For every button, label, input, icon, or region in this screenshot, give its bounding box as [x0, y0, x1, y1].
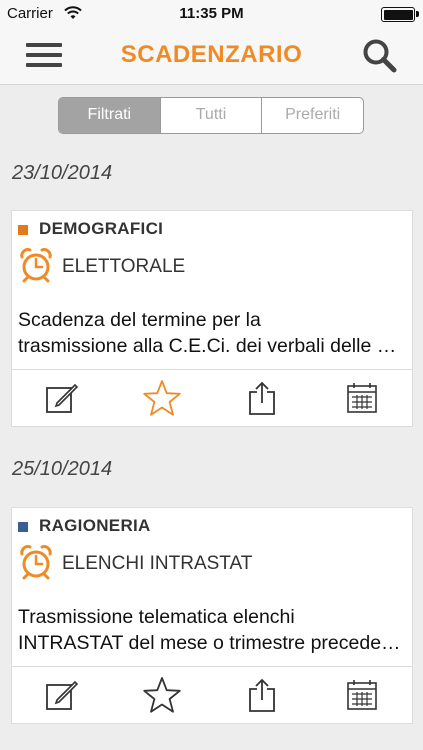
calendar-button[interactable] [312, 370, 412, 426]
share-icon [249, 381, 275, 415]
filter-segmented-control: Filtrati Tutti Preferiti [58, 97, 364, 134]
segment-preferiti[interactable]: Preferiti [261, 98, 363, 133]
card-actions [12, 666, 412, 723]
description-line: trasmissione alla C.E.Ci. dei verbali de… [18, 335, 406, 357]
share-button[interactable] [212, 667, 312, 723]
description-line: Trasmissione telematica elenchi [18, 606, 295, 628]
category-label: RAGIONERIA [39, 516, 151, 535]
alarm-clock-icon [20, 248, 52, 283]
date-header: 25/10/2014 [12, 458, 113, 480]
calendar-icon [347, 383, 377, 413]
nav-bar: SCADENZARIO [0, 28, 423, 85]
segment-tutti[interactable]: Tutti [159, 98, 262, 133]
page-title: SCADENZARIO [120, 41, 303, 68]
share-button[interactable] [212, 370, 312, 426]
battery-icon [381, 7, 419, 22]
status-bar: Carrier 11:35 PM [0, 0, 423, 28]
clock: 11:35 PM [179, 5, 244, 22]
description-line: INTRASTAT del mese o trimestre precedent… [18, 632, 406, 654]
card-actions [12, 369, 412, 426]
star-icon [143, 380, 181, 416]
description-line: Scadenza del termine per la [18, 309, 261, 331]
deadline-card[interactable]: RAGIONERIA ELENCHI INTRASTAT Trasmission… [11, 507, 413, 724]
segment-filtrati[interactable]: Filtrati [59, 98, 160, 133]
star-icon [143, 677, 181, 713]
subcategory-label: ELENCHI INTRASTAT [62, 553, 253, 574]
edit-icon [46, 383, 79, 413]
favorite-button[interactable] [112, 667, 212, 723]
date-header: 23/10/2014 [12, 162, 113, 184]
category-color-marker [18, 225, 28, 235]
edit-button[interactable] [12, 370, 112, 426]
category-label: DEMOGRAFICI [39, 219, 164, 238]
deadline-description: Scadenza del termine per la trasmissione… [18, 307, 406, 359]
calendar-button[interactable] [312, 667, 412, 723]
subcategory-label: ELETTORALE [62, 256, 186, 277]
category-color-marker [18, 522, 28, 532]
alarm-clock-icon [20, 545, 52, 580]
share-icon [249, 678, 275, 712]
edit-icon [46, 680, 79, 710]
edit-button[interactable] [12, 667, 112, 723]
search-icon[interactable] [361, 38, 399, 74]
deadline-description: Trasmissione telematica elenchi INTRASTA… [18, 604, 406, 656]
deadline-card[interactable]: DEMOGRAFICI ELETTORALE Scadenza del term… [11, 210, 413, 427]
favorite-button[interactable] [112, 370, 212, 426]
calendar-icon [347, 680, 377, 710]
